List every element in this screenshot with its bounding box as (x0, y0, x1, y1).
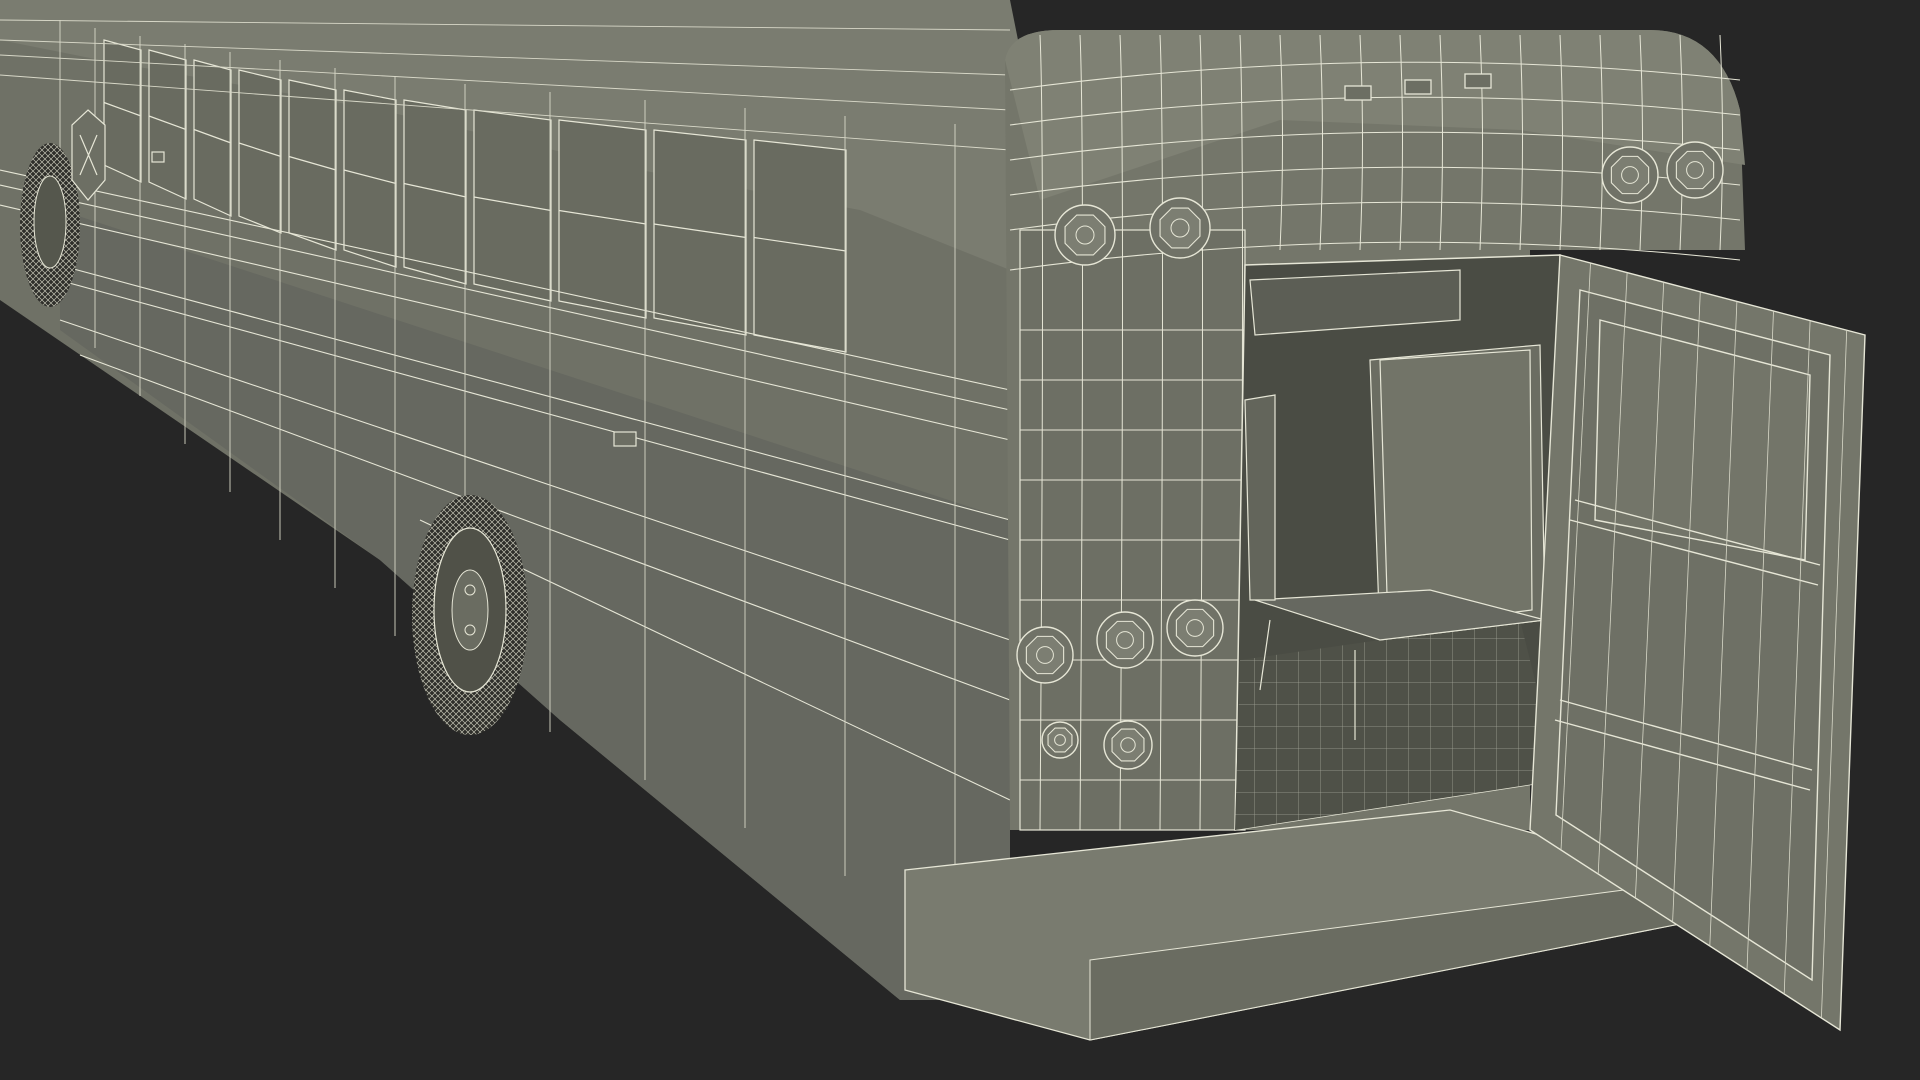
bus-wireframe-render (0, 0, 1920, 1080)
tail-light (1054, 204, 1116, 266)
side-window (193, 59, 232, 217)
side-window (473, 109, 552, 302)
tail-light (1016, 626, 1074, 684)
marker-light (1464, 73, 1492, 89)
side-window (653, 129, 747, 336)
rear-wheel (412, 495, 528, 735)
side-window (288, 79, 337, 251)
tail-light-lens (1111, 728, 1145, 762)
tail-light-lens (1159, 207, 1201, 249)
tail-light-lens (1105, 620, 1145, 660)
side-window (753, 139, 847, 353)
front-wheel (20, 143, 80, 307)
tail-light (1096, 611, 1154, 669)
side-emblem (71, 109, 106, 201)
tail-light (1041, 721, 1079, 759)
side-window (403, 99, 467, 285)
tail-light-lens (1025, 635, 1065, 675)
side-window (343, 89, 397, 268)
render-viewport (0, 0, 1920, 1080)
tail-light-lens (1675, 150, 1715, 190)
tail-light-lens (1047, 727, 1073, 753)
tail-light (1666, 141, 1724, 199)
marker-light (1404, 79, 1432, 95)
tail-light-lens (1610, 155, 1650, 195)
tail-light (1149, 197, 1211, 259)
tail-light (1166, 599, 1224, 657)
tail-light (1103, 720, 1153, 770)
side-window (558, 119, 647, 319)
side-window (148, 49, 187, 200)
marker-light (1344, 85, 1372, 101)
tail-light (1601, 146, 1659, 204)
tail-light-lens (1175, 608, 1215, 648)
tail-light-lens (1064, 214, 1106, 256)
